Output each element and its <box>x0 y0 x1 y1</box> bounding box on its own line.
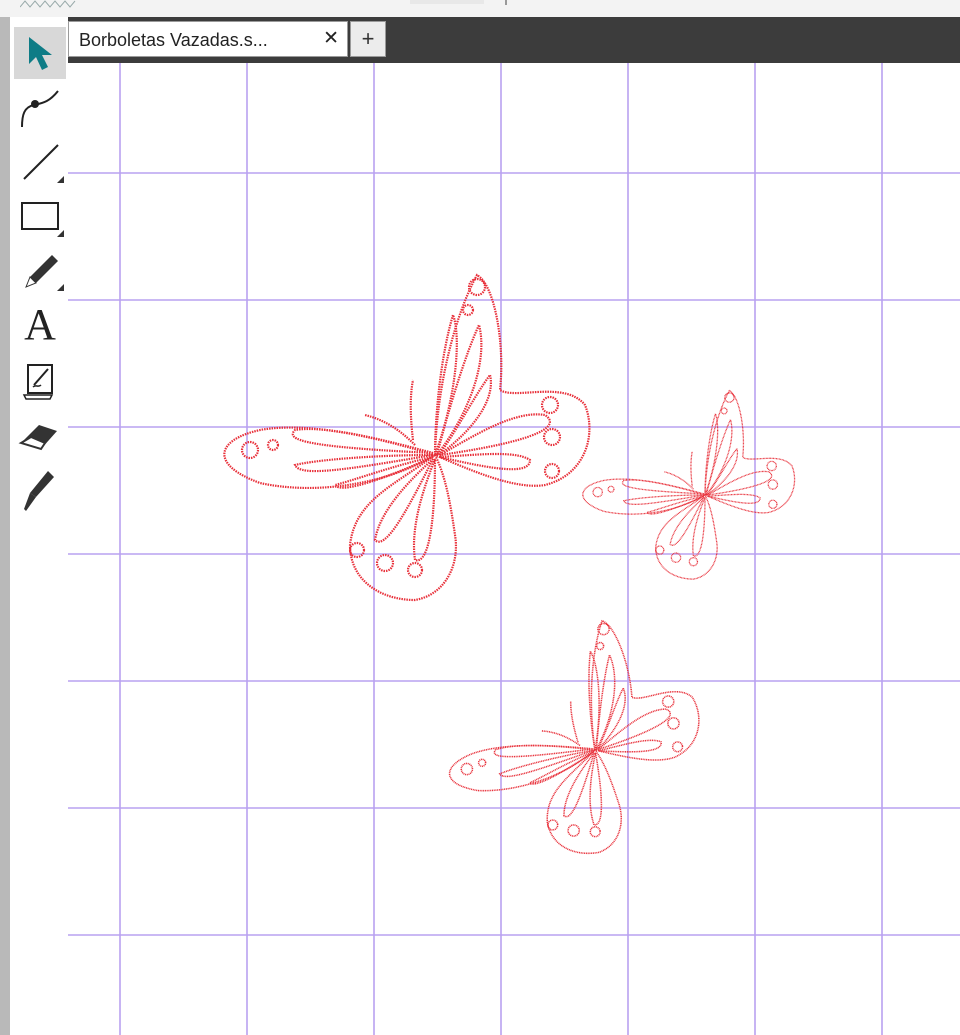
butterfly-right[interactable] <box>582 389 796 580</box>
sketch-tool[interactable] <box>14 355 66 407</box>
bezier-node-icon <box>21 90 59 128</box>
knife-tool[interactable] <box>14 465 66 517</box>
knife-icon <box>24 471 54 511</box>
edit-points-tool[interactable] <box>14 81 66 133</box>
eraser-icon <box>18 425 57 451</box>
pencil-icon <box>25 255 58 288</box>
window-edge <box>0 17 10 1035</box>
grid <box>68 63 960 1035</box>
top-fragment-mark <box>505 0 507 5</box>
top-strip <box>0 0 960 17</box>
select-tool[interactable] <box>14 27 66 79</box>
submenu-indicator <box>57 176 64 183</box>
arrow-pointer-icon <box>29 37 52 70</box>
rectangle-tool[interactable] <box>14 189 66 241</box>
document-tabbar: Borboletas Vazadas.s... ✕ + <box>68 17 960 63</box>
tab-title: Borboletas Vazadas.s... <box>79 30 268 50</box>
text-icon: A <box>24 300 56 349</box>
line-icon <box>23 144 59 180</box>
submenu-indicator <box>57 230 64 237</box>
line-tool[interactable] <box>14 135 66 187</box>
top-fragment <box>410 0 484 4</box>
eraser-tool[interactable] <box>14 409 66 461</box>
rectangle-icon <box>21 202 59 230</box>
text-tool[interactable]: A <box>14 299 66 351</box>
tools-panel: A <box>10 17 68 1035</box>
design-canvas[interactable] <box>68 63 960 1035</box>
butterfly-large[interactable] <box>223 273 591 602</box>
draw-tool[interactable] <box>14 243 66 295</box>
document-tab[interactable]: Borboletas Vazadas.s... ✕ <box>68 21 348 57</box>
close-icon[interactable]: ✕ <box>323 28 339 50</box>
zigzag-decoration <box>20 0 76 8</box>
sketch-pad-icon <box>22 364 54 400</box>
canvas-drawing <box>68 63 960 1035</box>
submenu-indicator <box>57 284 64 291</box>
butterfly-bottom[interactable] <box>427 606 720 877</box>
add-tab-button[interactable]: + <box>350 21 386 57</box>
